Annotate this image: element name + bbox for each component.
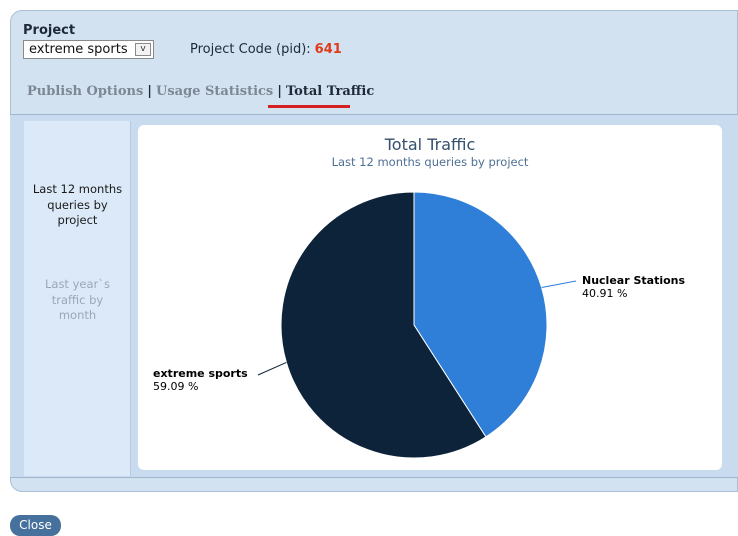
sidebar-item-last-12-months[interactable]: Last 12 months queries by project [24,182,131,229]
tab-total-traffic[interactable]: Total Traffic [286,84,374,99]
sidebar: Last 12 months queries by project Last y… [24,121,131,476]
chart-area: Total Traffic Last 12 months queries by … [138,125,722,470]
tab-usage-statistics[interactable]: Usage Statistics [156,84,273,99]
pie-label-percent: 40.91 % [582,287,627,300]
pie-label-percent: 59.09 % [153,380,198,393]
pie-label-name: extreme sports [153,367,248,380]
tab-separator: | [147,84,153,99]
pie-label-name: Nuclear Stations [582,274,685,287]
active-tab-underline [268,105,350,108]
project-label: Project [23,23,76,38]
chevron-down-icon[interactable]: v [135,43,151,56]
pie-chart: Nuclear Stations40.91 % extreme sports59.… [153,191,685,459]
tab-bar: Publish Options | Usage Statistics | Total T… [27,84,374,99]
project-code: Project Code (pid): 641 [190,42,342,57]
project-code-value: 641 [314,42,342,57]
pie-connector-line [257,362,287,376]
tab-separator: | [277,84,282,99]
project-code-label: Project Code (pid): [190,42,311,57]
project-select-value: extreme sports [29,42,128,57]
project-select[interactable]: extreme sports v [23,40,154,59]
sidebar-item-last-year-traffic[interactable]: Last year`s traffic by month [24,277,131,324]
pie-connector-line [541,280,577,289]
tab-publish-options[interactable]: Publish Options [27,84,143,99]
close-button[interactable]: Close [10,515,61,536]
